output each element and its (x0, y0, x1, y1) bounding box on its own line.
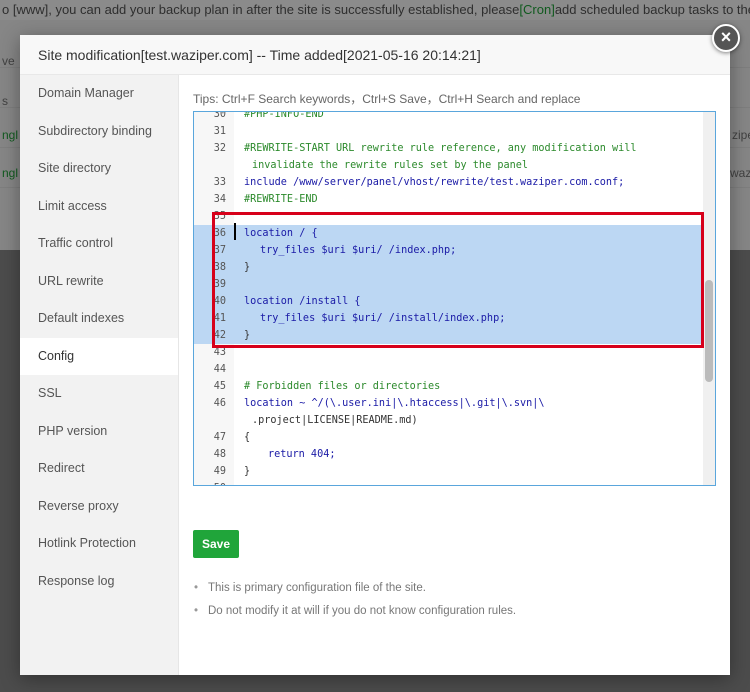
line-number: 44 (213, 364, 226, 375)
sidebar-item-reverse-proxy[interactable]: Reverse proxy (20, 488, 178, 526)
line-number: 32 (213, 143, 226, 154)
config-panel: Tips: Ctrl+F Search keywords，Ctrl+S Save… (193, 75, 716, 675)
code-line[interactable]: 44 (194, 361, 704, 378)
code-line[interactable]: 50 (194, 480, 704, 485)
sidebar-item-url-rewrite[interactable]: URL rewrite (20, 263, 178, 301)
sidebar-item-subdirectory-binding[interactable]: Subdirectory binding (20, 113, 178, 151)
code-text: } (244, 466, 251, 477)
line-number: 48 (213, 449, 226, 460)
sidebar-item-domain-manager[interactable]: Domain Manager (20, 75, 178, 113)
code-line[interactable]: 34 #REWRITE-END (194, 191, 704, 208)
code-text: #PHP-INFO-END (244, 111, 324, 120)
close-icon[interactable]: × (712, 24, 740, 52)
sidebar-item-php-version[interactable]: PHP version (20, 413, 178, 451)
line-number: 33 (213, 177, 226, 188)
code-text: { (244, 432, 251, 443)
code-text: #REWRITE-START URL rewrite rule referenc… (244, 143, 637, 154)
code-line[interactable]: 48 return 404; (194, 446, 704, 463)
dialog-sidebar: Domain Manager Subdirectory binding Site… (20, 75, 179, 675)
line-number: 31 (213, 126, 226, 137)
scrollbar-thumb[interactable] (705, 280, 713, 382)
code-line[interactable]: 49} (194, 463, 704, 480)
sidebar-item-redirect[interactable]: Redirect (20, 450, 178, 488)
code-text: return 404; (268, 449, 336, 460)
line-number: 47 (213, 432, 226, 443)
code-text: .project|LICENSE|README.md) (252, 415, 418, 426)
help-notes: This is primary configuration file of th… (193, 577, 516, 623)
sidebar-item-ssl[interactable]: SSL (20, 375, 178, 413)
code-line[interactable]: .project|LICENSE|README.md) (194, 412, 704, 429)
code-line[interactable]: 45 # Forbidden files or directories (194, 378, 704, 395)
editor-scrollbar[interactable] (703, 112, 715, 485)
sidebar-item-hotlink-protection[interactable]: Hotlink Protection (20, 525, 178, 563)
sidebar-item-limit-access[interactable]: Limit access (20, 188, 178, 226)
sidebar-item-config[interactable]: Config (20, 337, 178, 375)
sidebar-item-traffic-control[interactable]: Traffic control (20, 225, 178, 263)
line-number: 46 (213, 398, 226, 409)
save-button[interactable]: Save (193, 530, 239, 558)
code-text: include /www/server/panel/vhost/rewrite/… (244, 177, 625, 188)
code-text: # Forbidden files or directories (244, 381, 441, 392)
code-line[interactable]: 47 { (194, 429, 704, 446)
code-text: #REWRITE-END (244, 194, 318, 205)
code-text: location ~ ^/(\.user.ini|\.htaccess|\.gi… (244, 398, 545, 409)
code-line[interactable]: 31 (194, 123, 704, 140)
sidebar-item-site-directory[interactable]: Site directory (20, 150, 178, 188)
note-item: This is primary configuration file of th… (193, 577, 516, 600)
dialog-title: Site modification[test.waziper.com] -- T… (20, 35, 730, 75)
editor-tips: Tips: Ctrl+F Search keywords，Ctrl+S Save… (193, 92, 581, 106)
note-item: Do not modify it at will if you do not k… (193, 600, 516, 623)
sidebar-item-response-log[interactable]: Response log (20, 563, 178, 601)
line-number: 34 (213, 194, 226, 205)
code-line[interactable]: 32 #REWRITE-START URL rewrite rule refere… (194, 140, 704, 157)
line-number: 50 (194, 480, 226, 485)
line-number: 45 (213, 381, 226, 392)
line-number: 30 (213, 111, 226, 120)
line-number: 49 (213, 466, 226, 477)
code-line[interactable]: 33 include /www/server/panel/vhost/rewrit… (194, 174, 704, 191)
site-modification-dialog: Site modification[test.waziper.com] -- T… (20, 35, 730, 675)
annotation-highlight-box (212, 212, 704, 348)
code-line[interactable]: 30 #PHP-INFO-END (194, 111, 704, 123)
sidebar-item-default-indexes[interactable]: Default indexes (20, 300, 178, 338)
code-line[interactable]: invalidate the rewrite rules set by the … (194, 157, 704, 174)
code-text: invalidate the rewrite rules set by the … (252, 160, 529, 171)
code-line[interactable]: 46 location ~ ^/(\.user.ini|\.htaccess|\.… (194, 395, 704, 412)
